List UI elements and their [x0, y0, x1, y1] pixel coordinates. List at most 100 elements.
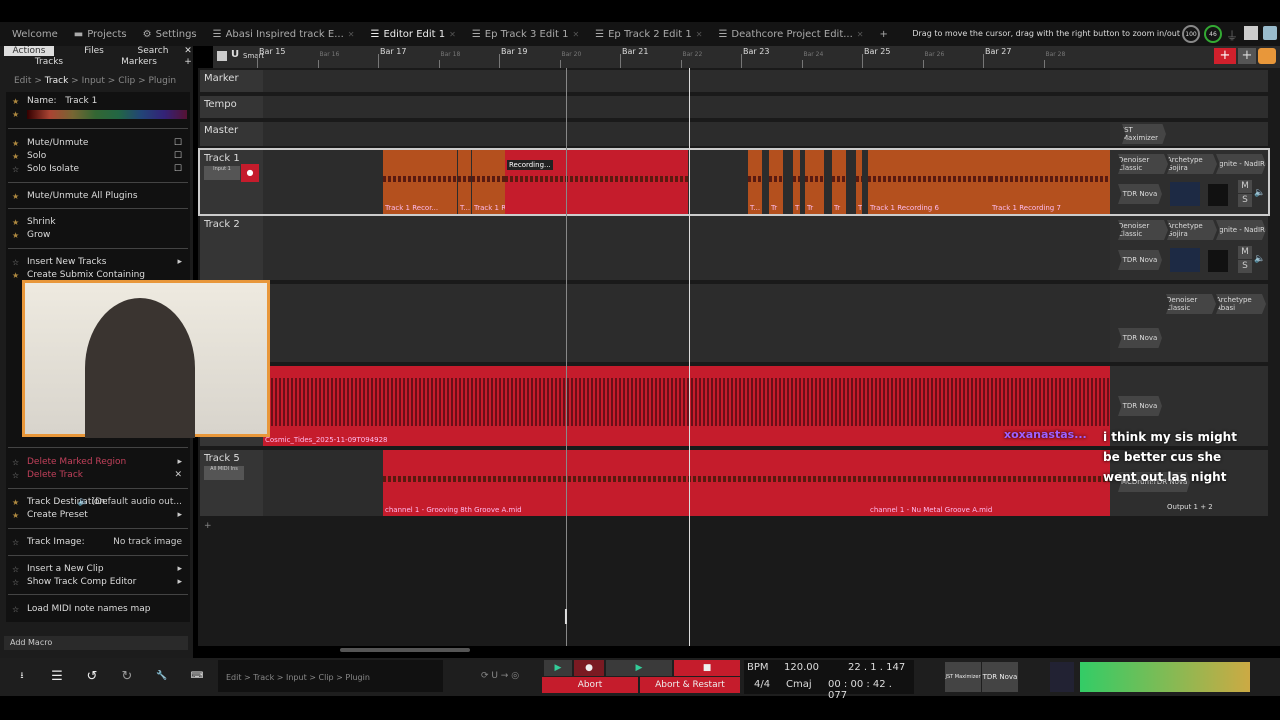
- star-icon[interactable]: ★: [12, 269, 19, 282]
- star-icon[interactable]: ★: [12, 216, 19, 229]
- clip[interactable]: channel 1 - Nu Metal Groove A.mid: [868, 450, 1110, 516]
- clip[interactable]: Track 1 Recording 7: [990, 150, 1110, 214]
- input-selector[interactable]: Input 1: [204, 166, 240, 180]
- magnet-icon[interactable]: U: [231, 49, 239, 60]
- track-5-header[interactable]: Track 5 All MIDI Ins: [200, 450, 263, 516]
- input-selector[interactable]: All MIDI Ins: [204, 466, 244, 480]
- solo-button[interactable]: S: [1238, 194, 1252, 207]
- solo-button[interactable]: S: [1238, 260, 1252, 273]
- close-tab-icon[interactable]: ✕: [348, 30, 355, 39]
- close-tab-icon[interactable]: ✕: [696, 30, 703, 39]
- breadcrumb-item[interactable]: Plugin: [149, 76, 177, 86]
- menu-item[interactable]: ☆ Load MIDI note names map: [6, 603, 190, 616]
- star-icon[interactable]: ☆: [12, 256, 19, 269]
- abort-restart-button[interactable]: Abort & Restart: [640, 677, 740, 693]
- bpm-value[interactable]: 120.00: [784, 662, 819, 673]
- tab-markers[interactable]: Markers: [94, 57, 184, 67]
- menu-item[interactable]: ★ Mute/Unmute All Plugins: [6, 190, 190, 203]
- add-track-icon[interactable]: +: [204, 521, 212, 531]
- menu-item[interactable]: ☆ Insert New Tracks ▸: [6, 256, 190, 269]
- close-tab-icon[interactable]: ✕: [449, 30, 456, 39]
- punch-button[interactable]: ▶: [544, 660, 572, 676]
- tab-5[interactable]: ☰ Ep Track 3 Edit 1 ✕: [466, 29, 585, 40]
- color-row[interactable]: ★: [6, 108, 190, 121]
- tab-tracks[interactable]: Tracks: [4, 57, 94, 67]
- menu-item[interactable]: ★ Track Destination: 🔈 (Default audio out.…: [6, 496, 190, 509]
- clip[interactable]: T: [856, 150, 862, 214]
- window-icon[interactable]: [1244, 26, 1258, 40]
- tab-6[interactable]: ☰ Ep Track 2 Edit 1 ✕: [589, 29, 708, 40]
- star-icon[interactable]: ☆: [12, 536, 19, 549]
- close-tab-icon[interactable]: ✕: [857, 30, 864, 39]
- horizontal-scrollbar[interactable]: [340, 648, 470, 652]
- menu-item[interactable]: ☆ Show Track Comp Editor ▸: [6, 576, 190, 589]
- plugin-slot[interactable]: TDR Nova: [1118, 328, 1162, 348]
- tab-3[interactable]: ☰ Abasi Inspired track E... ✕: [207, 29, 361, 40]
- plugin-slot[interactable]: Archetype Gojira: [1167, 154, 1217, 174]
- loop-controls[interactable]: ⟳ U → ◎: [460, 662, 540, 690]
- star-icon[interactable]: ☆: [12, 469, 19, 482]
- menu-item[interactable]: ☆ Track Image: No track image: [6, 536, 190, 549]
- plugin-slot[interactable]: Denoiser Classic: [1166, 294, 1216, 314]
- breadcrumb-item[interactable]: >: [138, 76, 146, 86]
- eye-icon[interactable]: [1263, 26, 1277, 40]
- plugin-slot[interactable]: Denoiser Classic: [1118, 154, 1168, 174]
- track-3[interactable]: Denoiser Classic Archetype Abasi TDR Nova: [200, 284, 1268, 362]
- track-2[interactable]: Track 2 Denoiser Classic Archetype Gojira I…: [200, 216, 1268, 280]
- plugin-slot[interactable]: TDR Nova: [1118, 250, 1162, 270]
- menu-item[interactable]: ★ Solo ☐: [6, 150, 190, 163]
- stop-button[interactable]: ■: [674, 660, 740, 676]
- menu-item[interactable]: ★ Grow: [6, 229, 190, 242]
- menu-item[interactable]: ☆ Insert a New Clip ▸: [6, 563, 190, 576]
- mute-button[interactable]: M: [1238, 246, 1252, 259]
- plugin-slot[interactable]: TDR Nova: [1118, 184, 1162, 204]
- tab-files[interactable]: Files: [64, 46, 124, 56]
- position-value[interactable]: 22 . 1 . 147: [848, 662, 905, 673]
- plugin-slot[interactable]: JST Maximizer: [1122, 124, 1166, 144]
- time-signature[interactable]: 4/4: [754, 679, 770, 690]
- keyboard-icon[interactable]: ⌨: [187, 666, 207, 686]
- plugin-slot[interactable]: Denoiser Classic: [1118, 220, 1168, 240]
- tempo-lane[interactable]: Tempo: [200, 96, 1268, 118]
- track-2-header[interactable]: Track 2: [200, 216, 263, 280]
- plug-icon[interactable]: ⏚: [1226, 27, 1238, 44]
- redo-icon[interactable]: ↻: [117, 666, 137, 686]
- star-icon[interactable]: ★: [12, 509, 19, 522]
- clip[interactable]: T...: [458, 150, 471, 214]
- tab-2[interactable]: ⚙ Settings: [137, 29, 203, 40]
- breadcrumb-item[interactable]: Track: [45, 76, 69, 86]
- export-icon[interactable]: ⭳: [12, 666, 32, 686]
- eq-display[interactable]: [1170, 248, 1200, 272]
- tab-0[interactable]: Welcome: [6, 29, 64, 40]
- edit-cursor[interactable]: [566, 68, 567, 646]
- record-settings-icon[interactable]: [1258, 48, 1276, 64]
- breadcrumb-item[interactable]: >: [34, 76, 42, 86]
- star-icon[interactable]: ☆: [12, 576, 19, 589]
- star-icon[interactable]: ★: [12, 137, 19, 150]
- timeline-ruler[interactable]: U Smart Bar 15 Bar 16 Bar 17 Bar 18 Bar 19 Ba…: [213, 46, 1280, 68]
- wrench-icon[interactable]: 🔧: [152, 666, 172, 686]
- tab-4[interactable]: ☰ Editor Edit 1 ✕: [364, 29, 461, 40]
- time-value[interactable]: 00 : 00 : 42 . 077: [828, 679, 914, 701]
- add-icon[interactable]: +: [183, 57, 193, 67]
- master-fader[interactable]: [1050, 662, 1074, 692]
- star-icon[interactable]: ★: [12, 190, 19, 203]
- plugin-slot[interactable]: Archetype Abasi: [1216, 294, 1266, 314]
- clip[interactable]: channel 1 - Grooving 8th Groove A.mid: [383, 450, 868, 516]
- record-arm-button[interactable]: ●: [241, 164, 259, 182]
- master-plugin[interactable]: TDR Nova: [982, 662, 1018, 692]
- record-button[interactable]: ●: [574, 660, 604, 676]
- menu-item[interactable]: ☆ Delete Track ✕: [6, 469, 190, 482]
- track-name-row[interactable]: ★ Name: Track 1: [6, 95, 190, 108]
- star-icon[interactable]: ★: [12, 150, 19, 163]
- tab-1[interactable]: ▬ Projects: [68, 29, 133, 40]
- breadcrumb-item[interactable]: Edit: [14, 76, 31, 86]
- new-tab-button[interactable]: +: [874, 29, 894, 40]
- breadcrumb-item[interactable]: Clip: [118, 76, 135, 86]
- breadcrumb-item[interactable]: Input: [82, 76, 105, 86]
- mute-button[interactable]: M: [1238, 180, 1252, 193]
- clip[interactable]: Track 1 Recor...: [383, 150, 457, 214]
- menu-item[interactable]: ★ Mute/Unmute ☐: [6, 137, 190, 150]
- tab-actions[interactable]: Actions: [4, 46, 54, 56]
- menu-item[interactable]: ☆ Solo Isolate ☐: [6, 163, 190, 176]
